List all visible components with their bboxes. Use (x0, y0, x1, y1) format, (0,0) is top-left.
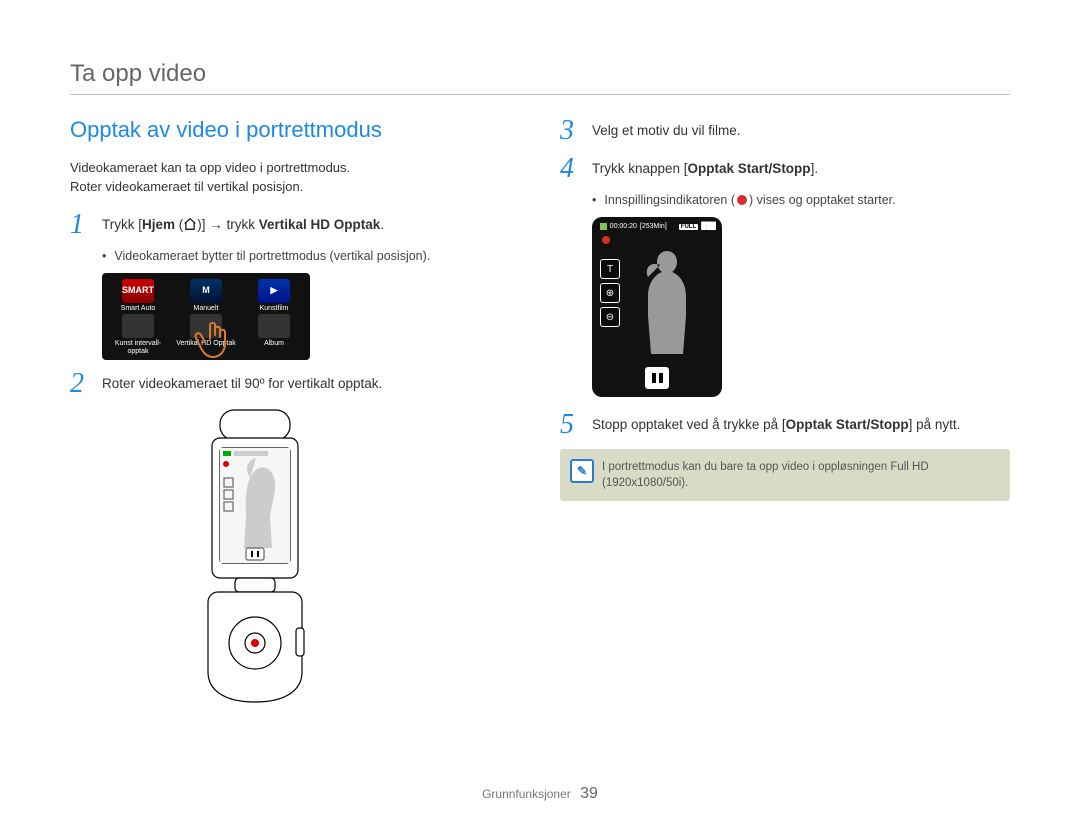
step-4-bold: Opptak Start/Stopp (688, 161, 811, 176)
step-3-number: 3 (560, 117, 580, 145)
subject-silhouette-icon (632, 247, 702, 357)
zoom-in-button[interactable]: ⊕ (600, 283, 620, 303)
step-1-bold-vertical: Vertikal HD Opptak (259, 217, 381, 232)
menu-screen: SMART Smart Auto M Manuelt ▶ Kunstfilm K… (102, 273, 310, 360)
step-4-bullet-text: Innspillingsindikatoren ( ) vises og oppt… (604, 193, 895, 207)
left-column: Opptak av video i portrettmodus Videokam… (70, 117, 520, 713)
status-full-badge: FULL (679, 224, 698, 230)
footer-section: Grunnfunksjoner (482, 787, 571, 801)
portrait-screen: 00:00:20 [253Min] FULL ███ T ⊕ ⊖ (592, 217, 722, 397)
menu-label-smart-auto: Smart Auto (106, 305, 170, 313)
album-icon (258, 314, 290, 338)
section-title: Opptak av video i portrettmodus (70, 117, 520, 143)
step-1-number: 1 (70, 211, 90, 239)
kunstfilm-icon: ▶ (258, 279, 290, 303)
intro-line1: Videokameraet kan ta opp video i portret… (70, 160, 350, 175)
menu-item-album: Album (242, 314, 306, 355)
pause-bar-2 (659, 373, 663, 383)
step-4-bullet: Innspillingsindikatoren ( ) vises og oppt… (592, 193, 1010, 207)
pause-bar-1 (652, 373, 656, 383)
note-icon: ✎ (570, 459, 594, 483)
menu-item-intervall: Kunst intervall-opptak (106, 314, 170, 355)
menu-label-kunstfilm: Kunstfilm (242, 305, 306, 313)
step-4-body: Trykk knappen [Opptak Start/Stopp]. (592, 155, 818, 183)
menu-label-manuelt: Manuelt (174, 305, 238, 313)
step-2: 2 Roter videokameraet til 90º for vertik… (70, 370, 520, 398)
page-footer: Grunnfunksjoner 39 (0, 785, 1080, 803)
menu-item-kunstfilm: ▶ Kunstfilm (242, 279, 306, 313)
step-4-pre: Trykk knappen [ (592, 161, 688, 176)
home-icon (183, 215, 197, 235)
title-rule (70, 94, 1010, 95)
step-3: 3 Velg et motiv du vil filme. (560, 117, 1010, 145)
step-3-body: Velg et motiv du vil filme. (592, 117, 741, 145)
step-2-number: 2 (70, 370, 90, 398)
pause-button[interactable] (645, 367, 669, 389)
step-1-bullet-text: Videokameraet bytter til portrettmodus (… (114, 249, 430, 263)
battery-icon: ███ (701, 223, 716, 230)
footer-page-number: 39 (580, 785, 598, 802)
step-5-pre: Stopp opptaket ved å trykke på [ (592, 417, 786, 432)
step-5-body: Stopp opptaket ved å trykke på [Opptak S… (592, 411, 960, 439)
menu-label-intervall: Kunst intervall-opptak (106, 340, 170, 355)
step-1-mid: ( (175, 217, 183, 232)
step-1: 1 Trykk [Hjem ()] → trykk Vertikal HD Op… (70, 211, 520, 239)
arrow-icon: → (209, 217, 223, 232)
page-title: Ta opp video (70, 60, 1010, 88)
step-1-end: . (380, 217, 384, 232)
step-4-bullet-pre: Innspillingsindikatoren ( (604, 193, 735, 207)
menu-item-manuelt: M Manuelt (174, 279, 238, 313)
camera-illustration (190, 408, 520, 713)
step-1-post: trykk (223, 217, 259, 232)
intro-text: Videokameraet kan ta opp video i portret… (70, 159, 520, 197)
zoom-controls: T ⊕ ⊖ (600, 259, 620, 327)
step-4-number: 4 (560, 155, 580, 183)
step-4: 4 Trykk knappen [Opptak Start/Stopp]. (560, 155, 1010, 183)
step-1-body: Trykk [Hjem ()] → trykk Vertikal HD Oppt… (102, 211, 384, 239)
manual-icon: M (190, 279, 222, 303)
record-dot-icon (602, 236, 610, 244)
step-5-post: ] på nytt. (909, 417, 961, 432)
status-time: 00:00:20 (610, 223, 637, 230)
step-1-bold-hjem: Hjem (142, 217, 175, 232)
menu-label-album: Album (242, 340, 306, 348)
zoom-out-button[interactable]: ⊖ (600, 307, 620, 327)
step-4-post: ]. (811, 161, 819, 176)
status-remaining: [253Min] (640, 223, 667, 230)
step-4-bullet-post: ) vises og opptaket starter. (749, 193, 896, 207)
status-rec-icon (600, 223, 607, 230)
right-column: 3 Velg et motiv du vil filme. 4 Trykk kn… (560, 117, 1010, 713)
menu-item-smart-auto: SMART Smart Auto (106, 279, 170, 313)
step-5: 5 Stopp opptaket ved å trykke på [Opptak… (560, 411, 1010, 439)
step-5-bold: Opptak Start/Stopp (786, 417, 909, 432)
note-text: I portrettmodus kan du bare ta opp video… (602, 461, 929, 489)
step-5-number: 5 (560, 411, 580, 439)
step-2-body: Roter videokameraet til 90º for vertikal… (102, 370, 382, 398)
note-box: ✎ I portrettmodus kan du bare ta opp vid… (560, 449, 1010, 501)
record-indicator-icon (737, 195, 747, 205)
step-1-posticon: )] (197, 217, 209, 232)
step-1-bullet: Videokameraet bytter til portrettmodus (… (102, 249, 520, 263)
smart-auto-icon: SMART (122, 279, 154, 303)
step-1-pre: Trykk [ (102, 217, 142, 232)
portrait-status-bar: 00:00:20 [253Min] FULL ███ (598, 223, 716, 230)
hand-pointer-icon (192, 317, 242, 367)
intro-line2: Roter videokameraet til vertikal posisjo… (70, 179, 303, 194)
zoom-t-button[interactable]: T (600, 259, 620, 279)
intervall-icon (122, 314, 154, 338)
